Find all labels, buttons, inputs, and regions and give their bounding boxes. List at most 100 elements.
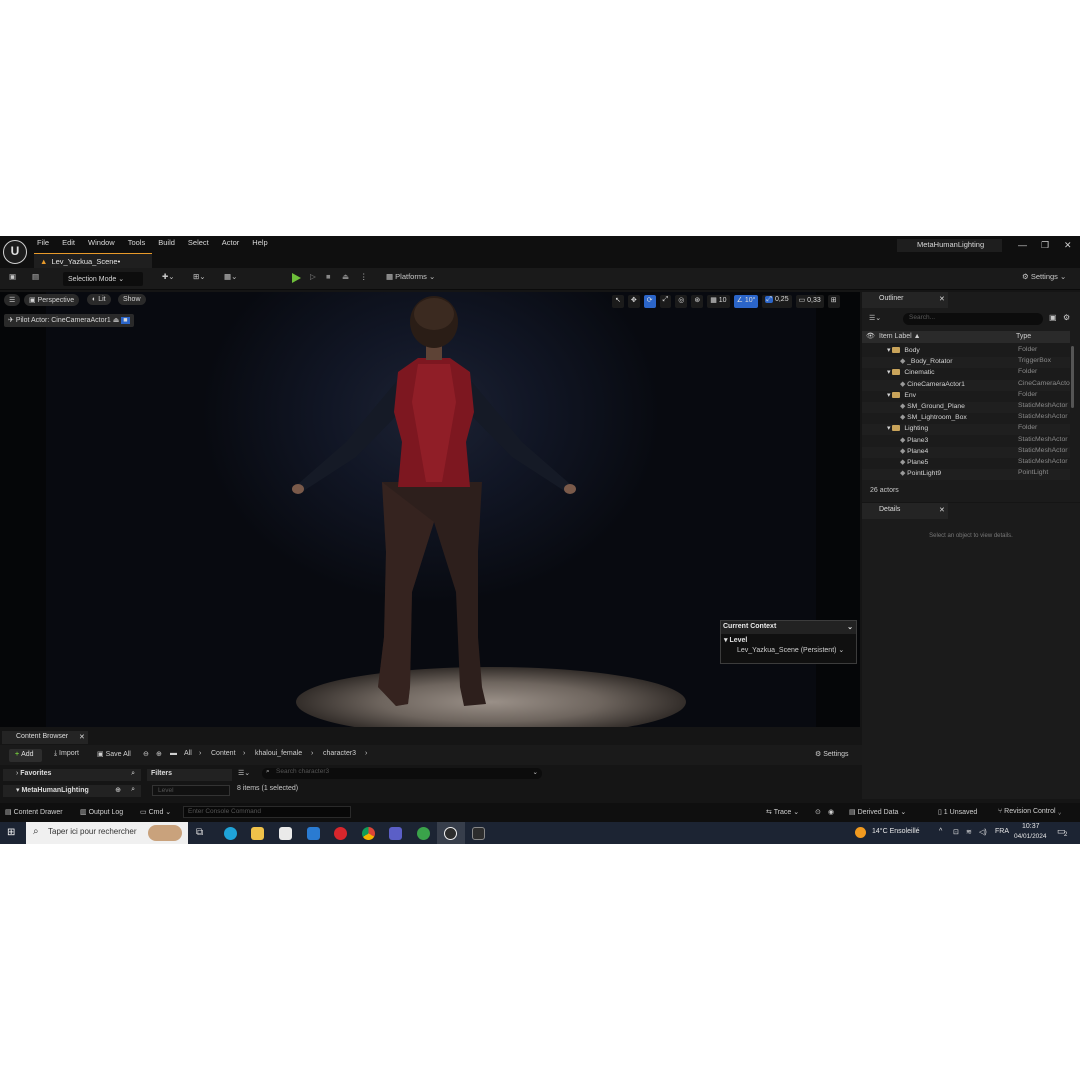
filter-icon[interactable]: ☰⌄ xyxy=(238,769,250,777)
windows-start-icon[interactable]: ⊞ xyxy=(7,827,15,838)
add-icon[interactable]: ⊕ xyxy=(115,786,121,794)
favorites-section[interactable]: › Favorites ⌕ xyxy=(3,769,141,781)
camera-speed-button[interactable]: ▭ 0,33 xyxy=(795,295,824,308)
select-tool-icon[interactable]: ↖ xyxy=(612,295,624,308)
outliner-row[interactable]: ▾ Body Folder xyxy=(862,346,1070,357)
opera-icon[interactable] xyxy=(334,827,347,840)
perspective-button[interactable]: ▣ Perspective xyxy=(24,294,80,306)
trace-button[interactable]: ⇆ Trace ⌄ xyxy=(766,808,799,816)
outliner-scrollbar[interactable] xyxy=(1071,346,1074,408)
step-icon[interactable]: ▷ xyxy=(310,272,316,281)
import-button[interactable]: ⤓ Import xyxy=(54,750,79,758)
store-icon[interactable] xyxy=(279,827,292,840)
outliner-row[interactable]: ◆ PointLight9 PointLight xyxy=(862,469,1070,481)
unsaved-button[interactable]: ▯ 1 Unsaved xyxy=(938,808,977,816)
filter-icon[interactable]: ☰⌄ xyxy=(869,314,881,322)
visibility-icon[interactable]: 👁 xyxy=(866,332,875,340)
camera-icon[interactable]: ◉ xyxy=(828,808,834,816)
outliner-row[interactable]: ▾ Cinematic Folder xyxy=(862,368,1070,379)
weather-text[interactable]: 14°C Ensoleillé xyxy=(872,828,920,835)
task-view-icon[interactable]: ⧉ xyxy=(196,827,203,838)
outliner-row[interactable]: ◆ _Body_Rotator TriggerBox xyxy=(862,357,1070,369)
cmd-dropdown[interactable]: ▭ Cmd ⌄ xyxy=(140,808,171,816)
breadcrumb-all[interactable]: All xyxy=(184,750,192,757)
more-options-icon[interactable]: ⋮ xyxy=(360,272,368,281)
cinematics-icon[interactable]: ▦⌄ xyxy=(224,272,237,281)
menu-tools[interactable]: Tools xyxy=(128,238,146,250)
minimize-icon[interactable]: — xyxy=(1018,240,1027,250)
settings-button[interactable]: ⚙ Settings ⌄ xyxy=(1022,272,1066,281)
outliner-tab[interactable]: Outliner ✕ xyxy=(862,292,948,308)
pilot-actor-bar[interactable]: ✈ Pilot Actor: CineCameraActor1 ⏏ ■ xyxy=(4,314,134,327)
wifi-icon[interactable]: ≋ xyxy=(966,828,972,836)
content-drawer-button[interactable]: ▤ Content Drawer xyxy=(5,808,63,816)
content-settings-button[interactable]: ⚙ Settings xyxy=(815,750,849,758)
app-icon[interactable] xyxy=(417,827,430,840)
clock-date[interactable]: 04/01/2024 xyxy=(1014,833,1047,840)
close-icon[interactable]: ✕ xyxy=(939,506,945,514)
menu-actor[interactable]: Actor xyxy=(222,238,240,250)
outliner-search-input[interactable]: Search... ⌄ xyxy=(903,313,1069,325)
output-log-button[interactable]: ▥ Output Log xyxy=(80,808,123,816)
viewport-layout-icon[interactable]: ⊞ xyxy=(827,295,840,308)
file-explorer-icon[interactable] xyxy=(251,827,264,840)
record-icon[interactable]: ⊙ xyxy=(815,808,821,816)
menu-edit[interactable]: Edit xyxy=(62,238,75,250)
history-forward-icon[interactable]: ⊕ xyxy=(156,750,162,758)
eject-pilot-icon[interactable]: ⏏ xyxy=(113,317,120,324)
mail-icon[interactable] xyxy=(307,827,320,840)
rotation-snap-button[interactable]: ∠ 10° xyxy=(733,295,759,308)
breadcrumb-character3[interactable]: character3 xyxy=(323,750,356,757)
chrome-icon[interactable] xyxy=(362,827,375,840)
close-icon[interactable]: ✕ xyxy=(79,733,85,741)
world-space-icon[interactable]: ◎ xyxy=(675,295,688,308)
outliner-row[interactable]: ◆ CineCameraActor1 CineCameraActor xyxy=(862,379,1070,391)
menu-file[interactable]: File xyxy=(37,238,49,250)
save-icon[interactable]: ▣ xyxy=(9,272,16,281)
add-actor-icon[interactable]: ✚⌄ xyxy=(162,272,175,281)
restore-icon[interactable]: ❐ xyxy=(1041,240,1049,251)
clock-time[interactable]: 10:37 xyxy=(1022,823,1040,830)
metahumanlighting-section[interactable]: ▾ MetaHumanLighting ⊕ ⌕ xyxy=(3,785,141,797)
surface-snap-icon[interactable]: ⊛ xyxy=(691,295,704,308)
search-icon[interactable]: ⌕ xyxy=(131,770,135,778)
level-filter[interactable]: Level xyxy=(152,785,230,796)
unreal-logo-icon[interactable]: U xyxy=(3,240,27,264)
move-tool-icon[interactable]: ✥ xyxy=(627,295,640,308)
breadcrumb-khaloui-female[interactable]: khaloui_female xyxy=(255,750,302,757)
grid-snap-button[interactable]: ▦ 10 xyxy=(707,295,730,308)
outliner-row[interactable]: ◆ SM_Ground_Plane StaticMeshActor xyxy=(862,402,1070,413)
blueprint-icon[interactable]: ⊞⌄ xyxy=(193,272,206,281)
viewport-menu-icon[interactable]: ☰ xyxy=(4,294,21,306)
rotate-tool-icon[interactable]: ⟳ xyxy=(643,295,656,308)
outliner-row[interactable]: ◆ Plane3 StaticMeshActor xyxy=(862,436,1070,447)
play-icon[interactable] xyxy=(292,273,301,283)
level-tab[interactable]: ▲ Lev_Yazkua_Scene• xyxy=(34,253,152,268)
volume-icon[interactable]: ◁) xyxy=(979,828,987,836)
add-folder-icon[interactable]: ▣ xyxy=(1049,313,1057,322)
network-icon[interactable]: ⊡ xyxy=(953,828,959,836)
tray-chevron-icon[interactable]: ^ xyxy=(939,828,942,835)
breadcrumb-content[interactable]: Content xyxy=(211,750,236,757)
chevron-down-icon[interactable]: ⌄ xyxy=(847,623,853,631)
outliner-row[interactable]: ◆ SM_Lightroom_Box StaticMeshActor xyxy=(862,413,1070,424)
search-icon[interactable]: ⌕ xyxy=(131,786,135,794)
scale-tool-icon[interactable]: ⤢ xyxy=(659,295,672,308)
details-tab[interactable]: Details ✕ xyxy=(862,503,948,519)
save-all-button[interactable]: ▣ Save All xyxy=(97,750,131,758)
selection-mode-dropdown[interactable]: Selection Mode ⌄ xyxy=(63,272,143,286)
outliner-row[interactable]: ▾ Lighting Folder xyxy=(862,424,1070,436)
chevron-down-icon[interactable]: ⌄ xyxy=(533,768,538,776)
menu-select[interactable]: Select xyxy=(188,238,209,250)
history-back-icon[interactable]: ⊖ xyxy=(143,750,149,758)
derived-data-button[interactable]: ▤ Derived Data ⌄ xyxy=(849,808,906,816)
language-indicator[interactable]: FRA xyxy=(995,828,1009,835)
close-icon[interactable]: ✕ xyxy=(939,295,945,303)
taskbar-search-input[interactable]: ⌕ Taper ici pour rechercher xyxy=(26,822,188,844)
menu-window[interactable]: Window xyxy=(88,238,115,250)
camera-lock-icon[interactable]: ■ xyxy=(121,317,130,324)
outliner-row[interactable]: ▾ Env Folder xyxy=(862,391,1070,402)
eject-icon[interactable]: ⏏ xyxy=(342,272,349,281)
add-button[interactable]: + Add xyxy=(9,749,42,762)
content-search-input[interactable]: ⌕ Search character3 ⌄ xyxy=(262,768,542,779)
